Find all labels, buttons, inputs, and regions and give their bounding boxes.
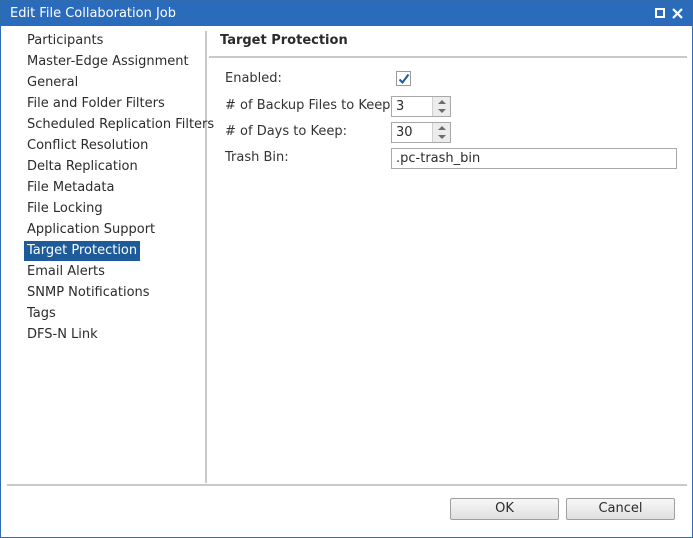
spin-down-icon[interactable]	[433, 133, 450, 142]
enabled-label: Enabled:	[225, 71, 282, 86]
sidebar-item-application-support[interactable]: Application Support	[24, 220, 158, 240]
sidebar-item-file-metadata[interactable]: File Metadata	[24, 178, 117, 198]
sidebar-item-tags[interactable]: Tags	[24, 304, 59, 324]
trash-bin-input[interactable]	[391, 148, 677, 169]
backup-files-label: # of Backup Files to Keep:	[225, 98, 395, 113]
title-bar[interactable]: Edit File Collaboration Job	[1, 1, 692, 26]
panel-title: Target Protection	[220, 33, 348, 48]
footer-divider	[7, 484, 687, 486]
sidebar-item-dfs-n-link[interactable]: DFS-N Link	[24, 325, 101, 345]
sidebar-item-scheduled-replication-filters[interactable]: Scheduled Replication Filters	[24, 115, 217, 135]
cancel-button[interactable]: Cancel	[566, 498, 675, 520]
backup-files-spin-buttons	[432, 97, 450, 116]
edit-job-dialog: Edit File Collaboration Job Participants…	[0, 0, 693, 538]
sidebar-item-master-edge-assignment[interactable]: Master-Edge Assignment	[24, 52, 192, 72]
sidebar-item-conflict-resolution[interactable]: Conflict Resolution	[24, 136, 151, 156]
spin-down-icon[interactable]	[433, 107, 450, 116]
sidebar-item-file-folder-filters[interactable]: File and Folder Filters	[24, 94, 168, 114]
enabled-checkbox[interactable]	[396, 71, 411, 86]
panel-divider	[209, 56, 687, 58]
sidebar-nav: Participants Master-Edge Assignment Gene…	[7, 31, 214, 483]
days-spin-buttons	[432, 123, 450, 142]
sidebar-item-email-alerts[interactable]: Email Alerts	[24, 262, 108, 282]
sidebar-item-delta-replication[interactable]: Delta Replication	[24, 157, 141, 177]
backup-files-input[interactable]	[392, 97, 432, 116]
spin-up-icon[interactable]	[433, 123, 450, 132]
sidebar-item-file-locking[interactable]: File Locking	[24, 199, 106, 219]
sidebar-item-general[interactable]: General	[24, 73, 81, 93]
spin-up-icon[interactable]	[433, 97, 450, 106]
ok-button[interactable]: OK	[450, 498, 559, 520]
days-label: # of Days to Keep:	[225, 124, 347, 139]
sidebar-item-snmp-notifications[interactable]: SNMP Notifications	[24, 283, 153, 303]
days-spinner	[391, 122, 451, 143]
maximize-icon[interactable]	[653, 6, 667, 20]
dialog-title: Edit File Collaboration Job	[10, 6, 177, 21]
days-input[interactable]	[392, 123, 432, 142]
sidebar-item-participants[interactable]: Participants	[24, 31, 106, 51]
trash-bin-label: Trash Bin:	[225, 150, 289, 165]
backup-files-spinner	[391, 96, 451, 117]
checkmark-icon	[398, 73, 410, 85]
close-icon[interactable]	[670, 6, 684, 20]
sidebar-item-target-protection[interactable]: Target Protection	[24, 241, 141, 261]
